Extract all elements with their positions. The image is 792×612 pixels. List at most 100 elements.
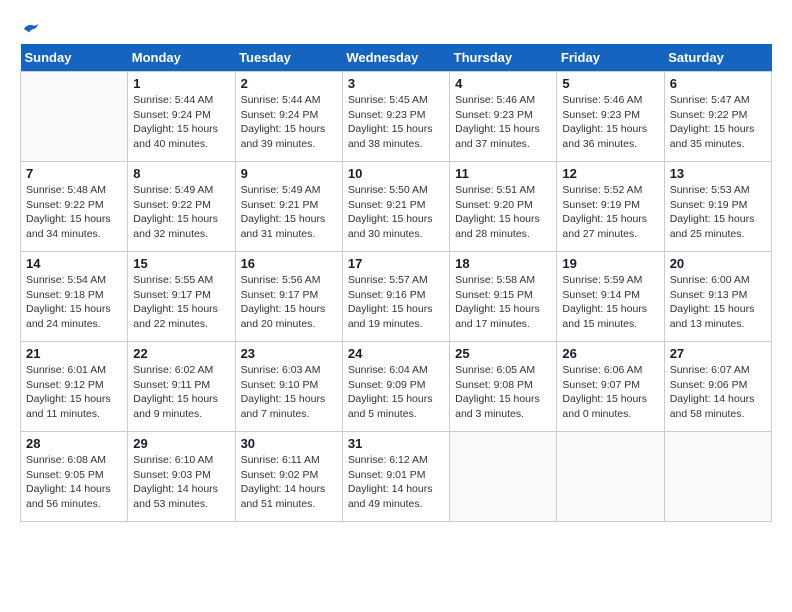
- sunset-text: Sunset: 9:23 PM: [562, 108, 658, 123]
- calendar-cell: 13 Sunrise: 5:53 AM Sunset: 9:19 PM Dayl…: [664, 162, 771, 252]
- sunset-text: Sunset: 9:15 PM: [455, 288, 551, 303]
- sunset-text: Sunset: 9:19 PM: [562, 198, 658, 213]
- calendar-table: SundayMondayTuesdayWednesdayThursdayFrid…: [20, 44, 772, 522]
- calendar-cell: 29 Sunrise: 6:10 AM Sunset: 9:03 PM Dayl…: [128, 432, 235, 522]
- day-number: 4: [455, 76, 551, 91]
- day-number: 1: [133, 76, 229, 91]
- daylight-text: Daylight: 15 hours and 31 minutes.: [241, 212, 337, 241]
- day-info: Sunrise: 5:45 AM Sunset: 9:23 PM Dayligh…: [348, 93, 444, 152]
- sunset-text: Sunset: 9:01 PM: [348, 468, 444, 483]
- day-number: 2: [241, 76, 337, 91]
- sunrise-text: Sunrise: 5:52 AM: [562, 183, 658, 198]
- sunset-text: Sunset: 9:18 PM: [26, 288, 122, 303]
- day-info: Sunrise: 5:49 AM Sunset: 9:21 PM Dayligh…: [241, 183, 337, 242]
- daylight-text: Daylight: 15 hours and 20 minutes.: [241, 302, 337, 331]
- sunset-text: Sunset: 9:13 PM: [670, 288, 766, 303]
- calendar-cell: 12 Sunrise: 5:52 AM Sunset: 9:19 PM Dayl…: [557, 162, 664, 252]
- sunrise-text: Sunrise: 6:03 AM: [241, 363, 337, 378]
- weekday-header-thursday: Thursday: [450, 44, 557, 72]
- sunrise-text: Sunrise: 5:56 AM: [241, 273, 337, 288]
- day-info: Sunrise: 5:44 AM Sunset: 9:24 PM Dayligh…: [133, 93, 229, 152]
- sunrise-text: Sunrise: 5:46 AM: [562, 93, 658, 108]
- day-number: 10: [348, 166, 444, 181]
- sunrise-text: Sunrise: 6:06 AM: [562, 363, 658, 378]
- sunrise-text: Sunrise: 5:57 AM: [348, 273, 444, 288]
- daylight-text: Daylight: 15 hours and 37 minutes.: [455, 122, 551, 151]
- daylight-text: Daylight: 15 hours and 7 minutes.: [241, 392, 337, 421]
- daylight-text: Daylight: 15 hours and 0 minutes.: [562, 392, 658, 421]
- day-info: Sunrise: 6:02 AM Sunset: 9:11 PM Dayligh…: [133, 363, 229, 422]
- day-info: Sunrise: 6:00 AM Sunset: 9:13 PM Dayligh…: [670, 273, 766, 332]
- weekday-header-saturday: Saturday: [664, 44, 771, 72]
- day-number: 30: [241, 436, 337, 451]
- daylight-text: Daylight: 15 hours and 13 minutes.: [670, 302, 766, 331]
- day-number: 16: [241, 256, 337, 271]
- sunrise-text: Sunrise: 5:59 AM: [562, 273, 658, 288]
- calendar-cell: 24 Sunrise: 6:04 AM Sunset: 9:09 PM Dayl…: [342, 342, 449, 432]
- sunset-text: Sunset: 9:08 PM: [455, 378, 551, 393]
- daylight-text: Daylight: 15 hours and 22 minutes.: [133, 302, 229, 331]
- day-info: Sunrise: 5:47 AM Sunset: 9:22 PM Dayligh…: [670, 93, 766, 152]
- sunset-text: Sunset: 9:02 PM: [241, 468, 337, 483]
- calendar-week-row: 7 Sunrise: 5:48 AM Sunset: 9:22 PM Dayli…: [21, 162, 772, 252]
- day-info: Sunrise: 5:58 AM Sunset: 9:15 PM Dayligh…: [455, 273, 551, 332]
- sunset-text: Sunset: 9:07 PM: [562, 378, 658, 393]
- calendar-cell: 10 Sunrise: 5:50 AM Sunset: 9:21 PM Dayl…: [342, 162, 449, 252]
- sunset-text: Sunset: 9:06 PM: [670, 378, 766, 393]
- day-number: 3: [348, 76, 444, 91]
- sunrise-text: Sunrise: 6:10 AM: [133, 453, 229, 468]
- day-info: Sunrise: 6:07 AM Sunset: 9:06 PM Dayligh…: [670, 363, 766, 422]
- calendar-cell: 5 Sunrise: 5:46 AM Sunset: 9:23 PM Dayli…: [557, 72, 664, 162]
- calendar-cell: 14 Sunrise: 5:54 AM Sunset: 9:18 PM Dayl…: [21, 252, 128, 342]
- sunset-text: Sunset: 9:17 PM: [133, 288, 229, 303]
- calendar-cell: 7 Sunrise: 5:48 AM Sunset: 9:22 PM Dayli…: [21, 162, 128, 252]
- sunset-text: Sunset: 9:21 PM: [241, 198, 337, 213]
- weekday-header-friday: Friday: [557, 44, 664, 72]
- day-info: Sunrise: 5:52 AM Sunset: 9:19 PM Dayligh…: [562, 183, 658, 242]
- calendar-cell: [557, 432, 664, 522]
- day-number: 18: [455, 256, 551, 271]
- sunrise-text: Sunrise: 5:51 AM: [455, 183, 551, 198]
- day-number: 9: [241, 166, 337, 181]
- day-info: Sunrise: 6:06 AM Sunset: 9:07 PM Dayligh…: [562, 363, 658, 422]
- daylight-text: Daylight: 15 hours and 11 minutes.: [26, 392, 122, 421]
- calendar-cell: 3 Sunrise: 5:45 AM Sunset: 9:23 PM Dayli…: [342, 72, 449, 162]
- sunrise-text: Sunrise: 5:49 AM: [241, 183, 337, 198]
- day-info: Sunrise: 5:51 AM Sunset: 9:20 PM Dayligh…: [455, 183, 551, 242]
- day-info: Sunrise: 6:04 AM Sunset: 9:09 PM Dayligh…: [348, 363, 444, 422]
- day-info: Sunrise: 5:48 AM Sunset: 9:22 PM Dayligh…: [26, 183, 122, 242]
- sunset-text: Sunset: 9:03 PM: [133, 468, 229, 483]
- daylight-text: Daylight: 15 hours and 40 minutes.: [133, 122, 229, 151]
- calendar-cell: 20 Sunrise: 6:00 AM Sunset: 9:13 PM Dayl…: [664, 252, 771, 342]
- daylight-text: Daylight: 15 hours and 19 minutes.: [348, 302, 444, 331]
- daylight-text: Daylight: 15 hours and 39 minutes.: [241, 122, 337, 151]
- day-number: 20: [670, 256, 766, 271]
- day-info: Sunrise: 5:59 AM Sunset: 9:14 PM Dayligh…: [562, 273, 658, 332]
- daylight-text: Daylight: 15 hours and 27 minutes.: [562, 212, 658, 241]
- daylight-text: Daylight: 15 hours and 24 minutes.: [26, 302, 122, 331]
- day-info: Sunrise: 5:44 AM Sunset: 9:24 PM Dayligh…: [241, 93, 337, 152]
- day-number: 26: [562, 346, 658, 361]
- daylight-text: Daylight: 14 hours and 49 minutes.: [348, 482, 444, 511]
- page-header: [20, 20, 772, 34]
- sunset-text: Sunset: 9:20 PM: [455, 198, 551, 213]
- day-info: Sunrise: 5:57 AM Sunset: 9:16 PM Dayligh…: [348, 273, 444, 332]
- calendar-week-row: 21 Sunrise: 6:01 AM Sunset: 9:12 PM Dayl…: [21, 342, 772, 432]
- daylight-text: Daylight: 15 hours and 9 minutes.: [133, 392, 229, 421]
- daylight-text: Daylight: 15 hours and 3 minutes.: [455, 392, 551, 421]
- sunrise-text: Sunrise: 6:11 AM: [241, 453, 337, 468]
- calendar-week-row: 28 Sunrise: 6:08 AM Sunset: 9:05 PM Dayl…: [21, 432, 772, 522]
- day-number: 19: [562, 256, 658, 271]
- calendar-cell: 8 Sunrise: 5:49 AM Sunset: 9:22 PM Dayli…: [128, 162, 235, 252]
- calendar-cell: 28 Sunrise: 6:08 AM Sunset: 9:05 PM Dayl…: [21, 432, 128, 522]
- day-info: Sunrise: 6:08 AM Sunset: 9:05 PM Dayligh…: [26, 453, 122, 512]
- sunrise-text: Sunrise: 6:05 AM: [455, 363, 551, 378]
- day-info: Sunrise: 6:03 AM Sunset: 9:10 PM Dayligh…: [241, 363, 337, 422]
- day-number: 5: [562, 76, 658, 91]
- sunrise-text: Sunrise: 6:01 AM: [26, 363, 122, 378]
- sunset-text: Sunset: 9:16 PM: [348, 288, 444, 303]
- calendar-cell: 27 Sunrise: 6:07 AM Sunset: 9:06 PM Dayl…: [664, 342, 771, 432]
- day-number: 14: [26, 256, 122, 271]
- sunrise-text: Sunrise: 5:49 AM: [133, 183, 229, 198]
- weekday-header-wednesday: Wednesday: [342, 44, 449, 72]
